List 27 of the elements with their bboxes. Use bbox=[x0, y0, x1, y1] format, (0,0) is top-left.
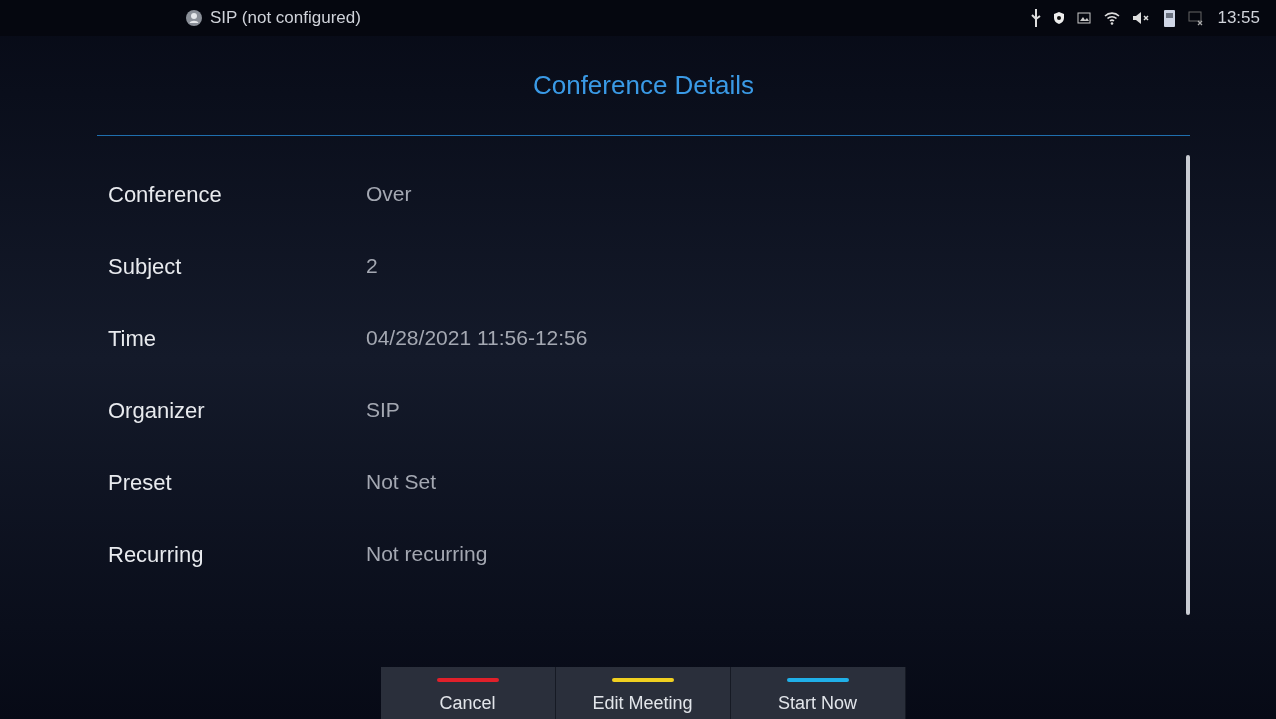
clock-time: 13:55 bbox=[1217, 7, 1260, 30]
wifi-icon bbox=[1104, 11, 1121, 25]
field-value: SIP bbox=[366, 397, 400, 424]
field-label: Conference bbox=[108, 180, 223, 209]
muted-speaker-icon bbox=[1133, 12, 1152, 24]
softkey-button[interactable]: Start Now bbox=[730, 667, 906, 719]
scrollbar[interactable] bbox=[1186, 155, 1190, 615]
field-value: 04/28/2021 11:56-12:56 bbox=[366, 325, 588, 352]
field-value: Over bbox=[366, 181, 412, 208]
softkey-button[interactable]: Edit Meeting bbox=[555, 667, 731, 719]
field-value: Not recurring bbox=[366, 541, 488, 568]
avatar-icon bbox=[186, 10, 202, 26]
shield-icon bbox=[1054, 12, 1065, 24]
image-icon bbox=[1077, 12, 1092, 24]
softkey-button[interactable]: Cancel bbox=[380, 667, 556, 719]
field-label: Subject bbox=[108, 252, 183, 281]
page-title: Conference Details bbox=[532, 69, 755, 102]
field-label: Recurring bbox=[108, 540, 205, 569]
device-icon bbox=[1164, 9, 1176, 27]
field-value: 2 bbox=[366, 253, 378, 280]
network-off-icon bbox=[1188, 10, 1205, 26]
field-label: Time bbox=[108, 324, 158, 353]
account-status: SIP (not configured) bbox=[210, 7, 361, 30]
field-label: Preset bbox=[108, 468, 173, 497]
field-label: Organizer bbox=[108, 396, 206, 425]
field-value: Not Set bbox=[366, 469, 437, 496]
usb-icon bbox=[1031, 9, 1042, 27]
